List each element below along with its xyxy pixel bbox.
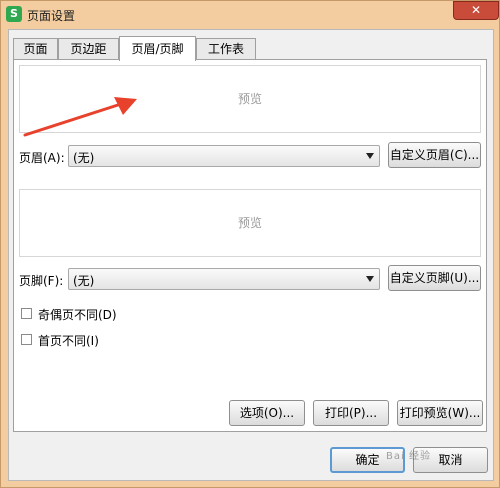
- red-arrow-annotation: [23, 97, 137, 137]
- page-setup-dialog: S 页面设置 ✕ 页面 页边距 页眉/页脚 工作表 预览 页眉(A): (无) …: [0, 0, 500, 488]
- footer-preview: 预览: [19, 189, 481, 257]
- first-page-different-checkbox[interactable]: [21, 334, 32, 345]
- print-button[interactable]: 打印(P)...: [313, 400, 389, 426]
- print-preview-button[interactable]: 打印预览(W)...: [397, 400, 483, 426]
- watermark: Bai 经验: [386, 451, 431, 462]
- first-page-different-label[interactable]: 首页不同(I): [38, 332, 99, 349]
- title-bar[interactable]: S 页面设置 ✕: [1, 1, 500, 29]
- header-label: 页眉(A):: [19, 151, 65, 165]
- tab-margins[interactable]: 页边距: [58, 38, 119, 60]
- tab-page[interactable]: 页面: [13, 38, 58, 60]
- odd-even-different-label[interactable]: 奇偶页不同(D): [38, 306, 117, 323]
- chevron-down-icon: [366, 153, 374, 159]
- odd-even-different-checkbox[interactable]: [21, 308, 32, 319]
- footer-select-value: (无): [73, 274, 95, 288]
- header-select-value: (无): [73, 151, 95, 165]
- tab-sheet[interactable]: 工作表: [196, 38, 256, 60]
- footer-select[interactable]: (无): [68, 268, 380, 290]
- window-title: 页面设置: [27, 9, 76, 23]
- close-icon: ✕: [470, 3, 482, 17]
- options-button[interactable]: 选项(O)...: [229, 400, 305, 426]
- close-button[interactable]: ✕: [453, 1, 499, 20]
- footer-label: 页脚(F):: [19, 274, 64, 288]
- chevron-down-icon: [366, 276, 374, 282]
- tab-header-footer[interactable]: 页眉/页脚: [119, 36, 196, 61]
- header-select[interactable]: (无): [68, 145, 380, 167]
- custom-header-button[interactable]: 自定义页眉(C)...: [388, 142, 481, 168]
- wps-app-icon: S: [6, 6, 22, 22]
- custom-footer-button[interactable]: 自定义页脚(U)...: [388, 265, 481, 291]
- arrow-shaft: [23, 102, 123, 137]
